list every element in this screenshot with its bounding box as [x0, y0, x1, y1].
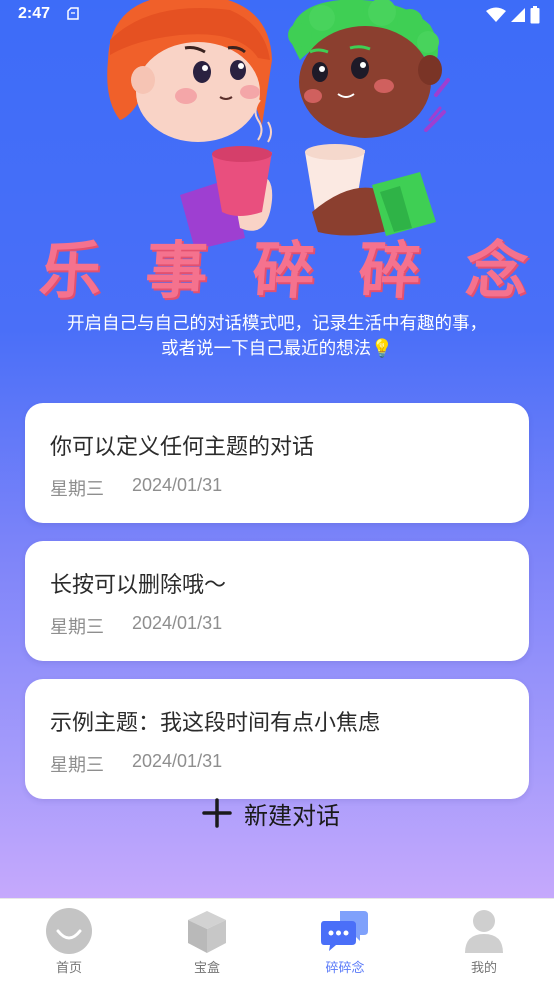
chat-bubbles-icon [321, 911, 368, 951]
conversation-title: 长按可以删除哦～ [50, 573, 227, 598]
nav-item-chat[interactable]: 碎碎念 [276, 899, 414, 984]
conversation-date: 2024/01/31 [132, 475, 223, 495]
main-screen: 2:47 乐 事 碎 碎 念 开启自己与自己的对话模式吧，记录生活中有趣的事，或… [0, 0, 554, 900]
app-title-char: 事 [143, 234, 213, 307]
nav-item-profile[interactable]: 我的 [415, 899, 553, 984]
conversation-card[interactable]: 你可以定义任何主题的对话 星期三 2024/01/31 [25, 403, 529, 523]
nav-item-box[interactable]: 宝盒 [138, 899, 276, 984]
nav-item-home[interactable]: 首页 [0, 899, 138, 984]
intro-text: 开启自己与自己的对话模式吧，记录生活中有趣的事，或者说一下自己最近的想法💡 [67, 314, 487, 359]
app-title-char: 乐 [37, 234, 107, 307]
conversation-date: 2024/01/31 [132, 751, 223, 771]
app-title-char: 碎 [250, 234, 320, 307]
smile-face-icon [46, 908, 92, 954]
nav-label: 我的 [470, 961, 497, 976]
new-chat-label: 新建对话 [244, 801, 340, 830]
conversation-weekday: 星期三 [50, 755, 104, 776]
conversation-date: 2024/01/31 [132, 613, 223, 633]
plus-icon [202, 798, 232, 828]
app-title-char: 碎 [356, 234, 426, 307]
nav-label: 宝盒 [193, 961, 220, 976]
new-chat-button[interactable]: 新建对话 [202, 795, 340, 831]
conversation-title: 示例主题：我这段时间有点小焦虑 [50, 711, 381, 736]
conversation-card[interactable]: 示例主题：我这段时间有点小焦虑 星期三 2024/01/31 [25, 679, 529, 799]
conversation-card[interactable]: 长按可以删除哦～ 星期三 2024/01/31 [25, 541, 529, 661]
nav-label: 碎碎念 [325, 961, 365, 976]
cube-box-icon [188, 911, 226, 953]
app-title-char: 念 [463, 234, 533, 307]
conversation-weekday: 星期三 [50, 617, 104, 638]
conversation-title: 你可以定义任何主题的对话 [50, 435, 315, 460]
app-title: 乐 事 碎 碎 念 [37, 220, 533, 310]
nav-label: 首页 [55, 961, 82, 976]
bottom-nav: 首页 宝盒 碎碎念 我的 [0, 898, 554, 984]
person-icon [465, 910, 503, 953]
conversation-weekday: 星期三 [50, 479, 104, 500]
